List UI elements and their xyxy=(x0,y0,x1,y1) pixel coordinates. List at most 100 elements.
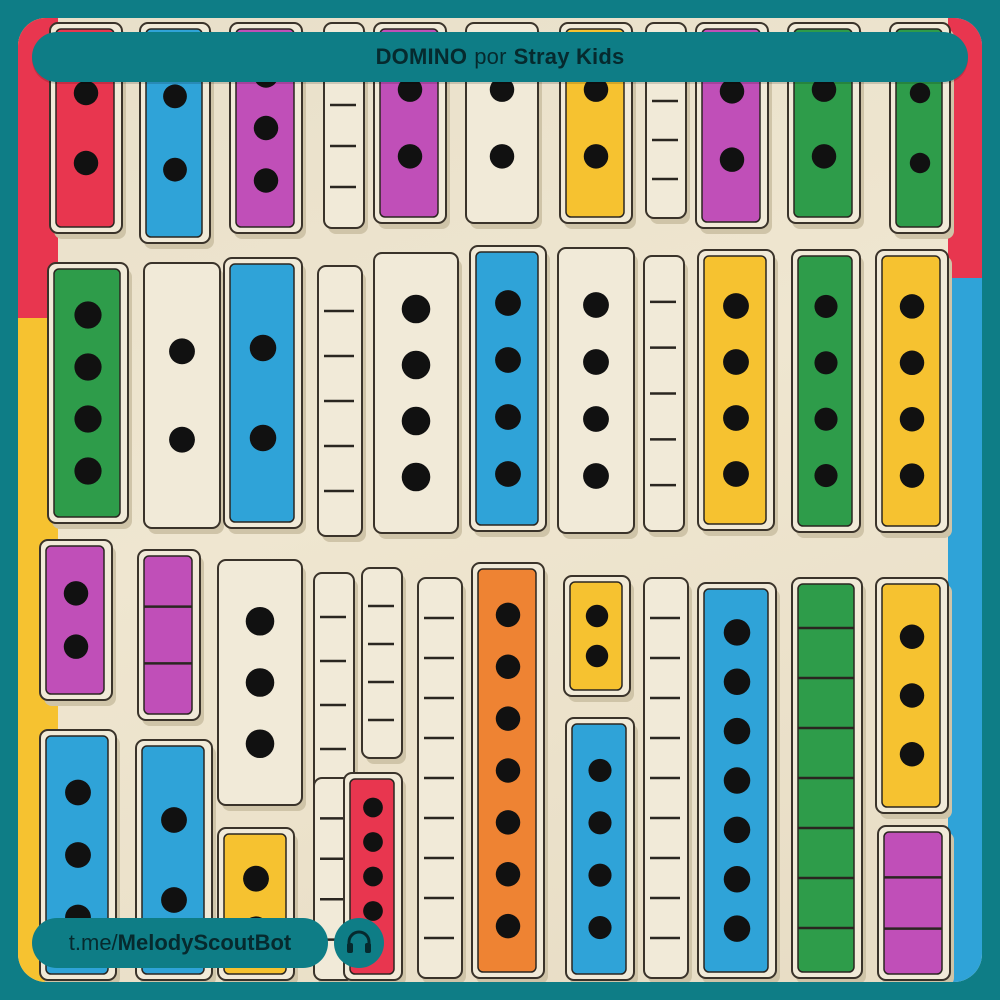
domino-tile xyxy=(137,549,204,726)
tile-pip xyxy=(588,758,612,782)
tile-pip xyxy=(253,168,279,193)
domino-tile xyxy=(791,577,866,982)
tile-pip xyxy=(723,915,751,942)
artist-name: Stray Kids xyxy=(513,44,625,69)
domino-tile xyxy=(417,577,466,982)
tile-pip xyxy=(899,350,925,376)
tile-pip xyxy=(899,463,925,488)
tile-pip xyxy=(495,706,521,731)
tile-body xyxy=(313,572,355,794)
tile-pip xyxy=(74,457,102,485)
tile-pip xyxy=(814,294,838,318)
tile-pip xyxy=(495,461,521,487)
tile-pip xyxy=(588,863,612,887)
tile-pip xyxy=(163,157,187,182)
tile-pip xyxy=(899,683,925,708)
tile-pip xyxy=(65,842,91,868)
domino-tile xyxy=(373,252,462,539)
domino-tile xyxy=(313,572,358,799)
tile-pip xyxy=(401,350,431,380)
tile-pip xyxy=(401,462,431,492)
tile-pip xyxy=(585,644,609,668)
domino-tile xyxy=(217,559,306,811)
domino-tile xyxy=(47,262,132,529)
tile-pip xyxy=(723,349,749,375)
tile-pip xyxy=(74,301,102,329)
tile-pip xyxy=(169,338,195,365)
tile-pip xyxy=(161,887,187,913)
headphones-icon-glyph xyxy=(347,930,371,953)
domino-tile xyxy=(223,257,306,534)
handle-name: MelodyScoutBot xyxy=(117,930,292,955)
tile-pip xyxy=(63,634,89,659)
domino-tile xyxy=(143,262,224,534)
tile-pip xyxy=(811,144,837,169)
handle-prefix: t.me/ xyxy=(68,930,118,955)
tile-pip xyxy=(249,424,277,452)
domino-tile xyxy=(875,577,952,819)
tile-pip xyxy=(814,407,838,431)
title-connector: por xyxy=(474,44,507,69)
tile-pip xyxy=(588,811,612,835)
tile-pip xyxy=(363,866,383,887)
tile-pip xyxy=(74,353,102,381)
domino-tile xyxy=(877,825,954,982)
domino-tile xyxy=(361,567,406,764)
tile-pip xyxy=(363,901,383,921)
tile-face xyxy=(143,555,193,715)
tile-pip xyxy=(245,729,275,759)
tile-pip xyxy=(814,351,838,375)
domino-tile xyxy=(697,582,780,982)
tile-pip xyxy=(899,406,925,432)
tile-pip xyxy=(495,347,521,373)
tile-pip xyxy=(723,619,751,646)
bot-handle-link[interactable]: t.me/ MelodyScoutBot xyxy=(32,918,328,968)
tile-pip xyxy=(495,758,521,783)
tile-pip xyxy=(63,581,89,606)
tile-pip xyxy=(723,865,751,893)
album-artwork xyxy=(18,18,982,982)
tile-pip xyxy=(899,294,925,319)
domino-tile xyxy=(469,245,550,537)
tile-pip xyxy=(363,797,383,818)
tile-pip xyxy=(495,404,521,430)
tile-pip xyxy=(243,865,269,892)
domino-tile xyxy=(39,539,116,706)
tile-pip xyxy=(73,150,99,176)
domino-tile xyxy=(317,265,366,542)
tile-body xyxy=(143,262,221,529)
tile-pip xyxy=(495,810,521,835)
cover-frame: DOMINO por Stray Kids t.me/ MelodyScoutB… xyxy=(0,0,1000,1000)
domino-tile xyxy=(557,247,638,539)
tile-pip xyxy=(253,115,279,141)
tile-pip xyxy=(583,144,609,169)
tile-pip xyxy=(909,82,931,104)
tile-pip xyxy=(583,292,609,318)
tile-pip xyxy=(583,406,609,432)
domino-tile xyxy=(563,575,634,702)
tile-pip xyxy=(719,147,745,172)
domino-tile xyxy=(697,249,778,536)
tile-pip xyxy=(723,767,751,794)
tile-pip xyxy=(588,916,612,940)
tile-pip xyxy=(169,426,195,453)
tile-pip xyxy=(723,405,749,431)
tile-pip xyxy=(163,84,187,109)
tile-pip xyxy=(723,717,751,745)
tile-pip xyxy=(723,461,749,487)
tile-pip xyxy=(495,602,521,628)
tile-pip xyxy=(489,144,515,169)
tile-pip xyxy=(719,79,745,104)
tile-pip xyxy=(495,654,521,679)
headphones-icon[interactable] xyxy=(334,918,384,968)
tile-pip xyxy=(65,779,91,806)
tile-face xyxy=(883,831,943,975)
tile-face xyxy=(45,545,105,695)
tile-pip xyxy=(161,807,187,833)
domino-tile xyxy=(643,255,688,537)
domino-tile xyxy=(791,249,864,538)
tile-pip xyxy=(401,406,431,436)
tile-pip xyxy=(723,293,749,319)
tile-pip xyxy=(909,152,931,174)
tile-face xyxy=(229,263,295,523)
